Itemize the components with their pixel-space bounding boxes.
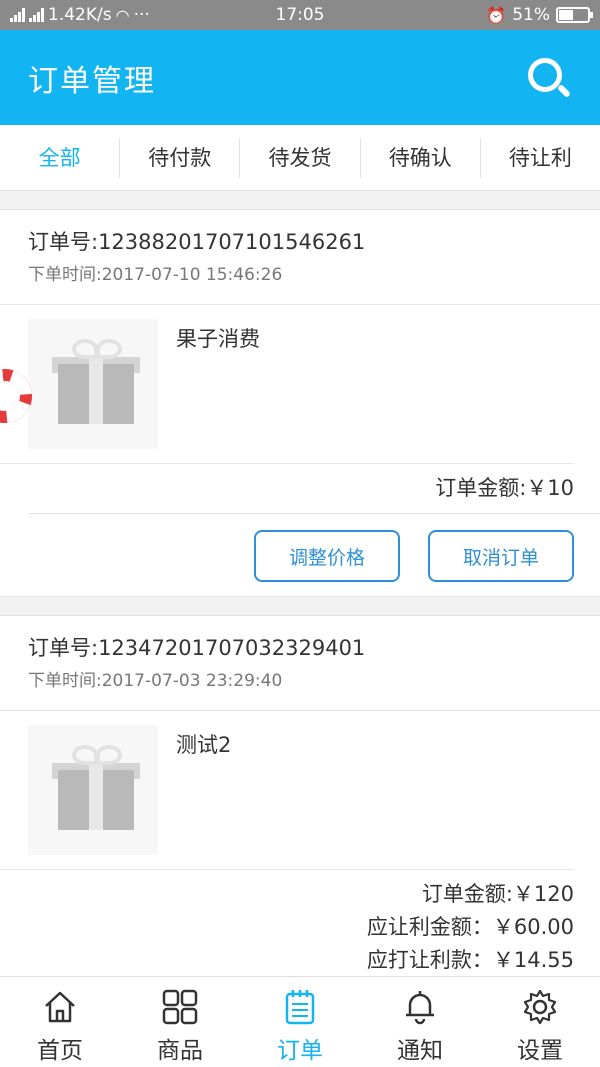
order-header: 订单号:12388201707101546261 下单时间:2017-07-10… <box>0 210 600 305</box>
order-amount-block: 订单金额:￥120 应让利金额：￥60.00 应打让利款：￥14.55 <box>0 870 600 976</box>
nav-label: 首页 <box>37 1038 83 1064</box>
signal-icon-2 <box>29 8 44 22</box>
order-status-tabs: 全部 待付款 待发货 待确认 待让利 <box>0 125 600 191</box>
order-item[interactable]: 果子消费 <box>0 305 574 464</box>
wifi-icon: ◠ <box>115 5 130 25</box>
nav-label: 订单 <box>277 1038 323 1064</box>
discount-payment: 应打让利款：￥14.55 <box>366 948 574 972</box>
product-thumbnail <box>28 319 158 449</box>
app-header: 订单管理 <box>0 30 600 125</box>
order-header: 订单号:12347201707032329401 下单时间:2017-07-03… <box>0 616 600 711</box>
tab-pending-discount[interactable]: 待让利 <box>481 138 600 178</box>
order-actions: 调整价格 取消订单 <box>28 513 600 596</box>
grid-icon <box>162 989 198 1025</box>
search-button[interactable] <box>524 54 572 102</box>
status-right: ⏰ 51% <box>486 5 593 25</box>
nav-notifications[interactable]: 通知 <box>360 977 480 1067</box>
signal-icon <box>10 8 25 22</box>
calendar-icon <box>285 990 315 1025</box>
network-speed: 1.42K/s <box>48 5 112 25</box>
bell-icon <box>406 991 434 1025</box>
order-number: 订单号:12388201707101546261 <box>28 230 366 254</box>
nav-settings[interactable]: 设置 <box>480 977 600 1067</box>
alarm-icon: ⏰ <box>486 5 507 25</box>
adjust-price-button[interactable]: 调整价格 <box>254 530 400 582</box>
bottom-nav: 首页 商品 订单 通知 设置 <box>0 976 600 1067</box>
status-left: 1.42K/s ◠ ··· <box>10 5 150 25</box>
nav-label: 通知 <box>397 1038 443 1064</box>
gear-icon <box>523 989 557 1025</box>
page-title: 订单管理 <box>28 63 156 99</box>
tab-pending-confirm[interactable]: 待确认 <box>361 137 481 178</box>
product-name: 测试2 <box>176 733 232 757</box>
order-time: 下单时间:2017-07-03 23:29:40 <box>28 671 283 691</box>
battery-percent: 51% <box>512 5 550 25</box>
nav-label: 设置 <box>517 1038 563 1064</box>
order-amount: 订单金额:￥10 <box>435 476 574 500</box>
order-time: 下单时间:2017-07-10 15:46:26 <box>28 265 283 285</box>
tab-pending-payment[interactable]: 待付款 <box>120 137 241 178</box>
order-amount: 订单金额:￥120 <box>421 882 574 906</box>
order-card[interactable]: 订单号:12388201707101546261 下单时间:2017-07-10… <box>0 209 600 597</box>
order-number: 订单号:12347201707032329401 <box>28 636 366 660</box>
nav-orders[interactable]: 订单 <box>240 977 360 1067</box>
order-item[interactable]: 测试2 <box>0 711 574 870</box>
order-amount-block: 订单金额:￥10 <box>0 464 600 513</box>
nav-home[interactable]: 首页 <box>0 977 120 1067</box>
home-icon <box>45 991 75 1023</box>
battery-icon <box>556 7 593 23</box>
tab-pending-shipment[interactable]: 待发货 <box>240 137 361 178</box>
product-name: 果子消费 <box>176 327 260 351</box>
order-list[interactable]: 订单号:12388201707101546261 下单时间:2017-07-10… <box>0 191 600 976</box>
order-card[interactable]: 订单号:12347201707032329401 下单时间:2017-07-03… <box>0 615 600 976</box>
product-thumbnail <box>28 725 158 855</box>
tab-all[interactable]: 全部 <box>0 137 121 178</box>
cancel-order-button[interactable]: 取消订单 <box>428 530 574 582</box>
discount-amount: 应让利金额：￥60.00 <box>366 915 574 939</box>
nav-label: 商品 <box>157 1038 203 1064</box>
status-bar: 1.42K/s ◠ ··· 17:05 ⏰ 51% <box>0 0 600 30</box>
more-dots: ··· <box>133 5 150 25</box>
nav-products[interactable]: 商品 <box>120 977 240 1067</box>
